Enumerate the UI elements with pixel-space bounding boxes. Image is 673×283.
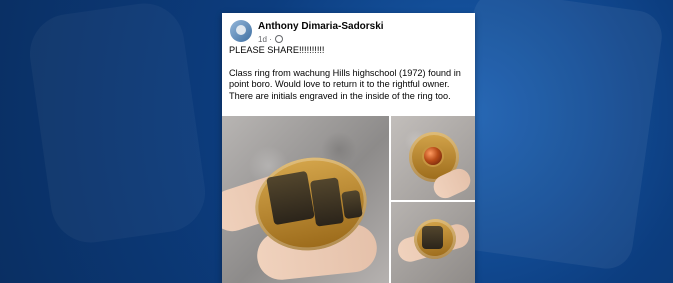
facebook-post: Anthony Dimaria-Sadorski 1d · PLEASE SHA… xyxy=(222,13,475,283)
timestamp[interactable]: 1d xyxy=(258,35,267,44)
post-meta: 1d · xyxy=(258,35,284,44)
author-name[interactable]: Anthony Dimaria-Sadorski xyxy=(258,21,384,32)
background-logo-shape-2 xyxy=(24,0,211,248)
post-line-2: Class ring from wachung Hills highschool… xyxy=(229,67,461,101)
ring-main-photo[interactable] xyxy=(222,116,389,283)
ring-engraving xyxy=(266,170,315,226)
separator-dot: · xyxy=(269,35,275,44)
photo-grid xyxy=(222,116,475,283)
ring-bottom-photo[interactable] xyxy=(391,202,475,283)
post-line-1: PLEASE SHARE!!!!!!!!!! xyxy=(229,45,325,55)
globe-icon xyxy=(275,35,284,43)
ring-gem xyxy=(424,147,442,165)
ring-top-photo[interactable] xyxy=(391,116,475,200)
post-body: PLEASE SHARE!!!!!!!!!! Class ring from w… xyxy=(229,45,467,102)
ring-engraving xyxy=(422,226,443,249)
post-header: Anthony Dimaria-Sadorski 1d · xyxy=(230,20,470,48)
ring-engraving xyxy=(341,189,363,220)
avatar-icon[interactable] xyxy=(230,20,252,42)
